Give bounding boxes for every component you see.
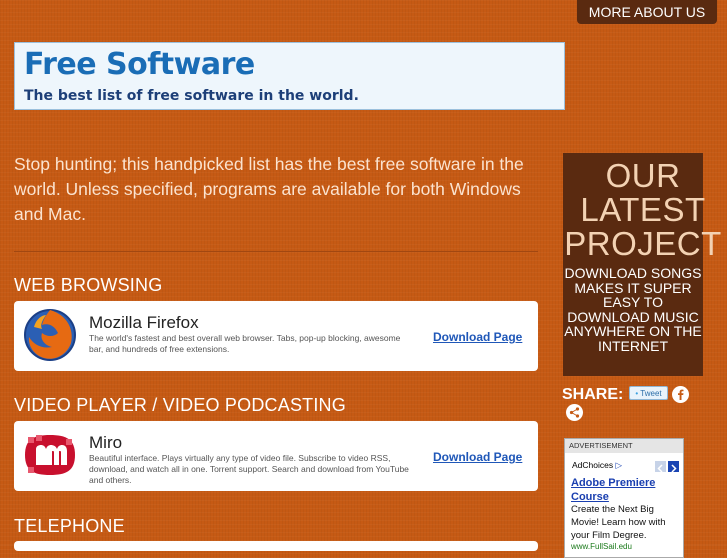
site-banner[interactable]: Free Software The best list of free soft… bbox=[14, 42, 565, 110]
intro-text: Stop hunting; this handpicked list has t… bbox=[14, 154, 524, 224]
app-name: Mozilla Firefox bbox=[89, 313, 199, 332]
section-title-video-player: VIDEO PLAYER / VIDEO PODCASTING bbox=[14, 395, 346, 415]
advertisement-box: ADVERTISEMENT AdChoices ▷ Adobe Premiere… bbox=[564, 438, 684, 558]
app-name: Miro bbox=[89, 433, 123, 452]
banner-subtitle: The best list of free software in the wo… bbox=[24, 88, 359, 104]
miro-logo-icon bbox=[25, 435, 75, 475]
download-page-link[interactable]: Download Page bbox=[433, 330, 522, 344]
share-label: SHARE: bbox=[562, 386, 624, 403]
share-icon[interactable] bbox=[566, 404, 583, 421]
ad-next-button[interactable] bbox=[668, 461, 679, 473]
app-card-telephone bbox=[14, 541, 538, 551]
adchoices-link[interactable]: AdChoices ▷ bbox=[572, 460, 622, 471]
adchoices-label: AdChoices bbox=[572, 460, 614, 470]
chevron-right-icon bbox=[671, 464, 677, 473]
app-description: The world's fastest and best overall web… bbox=[89, 333, 401, 354]
section-title-web-browsing: WEB BROWSING bbox=[14, 275, 163, 295]
banner-title: Free Software bbox=[24, 47, 255, 82]
more-about-us-button[interactable]: MORE ABOUT US bbox=[577, 0, 717, 24]
twitter-bird-icon: • bbox=[635, 389, 639, 398]
app-card-miro: Miro Beautiful interface. Plays virtuall… bbox=[14, 421, 538, 491]
ad-text: Create the Next Big Movie! Learn how wit… bbox=[571, 504, 666, 541]
tweet-button[interactable]: • Tweet bbox=[629, 386, 668, 400]
latest-project-heading: OUR LATEST PROJECT bbox=[564, 157, 722, 262]
download-page-link[interactable]: Download Page bbox=[433, 450, 522, 464]
adchoices-icon: ▷ bbox=[615, 460, 623, 470]
tweet-label: Tweet bbox=[640, 389, 662, 398]
section-divider bbox=[14, 251, 538, 252]
chevron-left-icon bbox=[657, 464, 663, 473]
latest-project-text: DOWNLOAD SONGS MAKES IT SUPER EASY TO DO… bbox=[564, 265, 702, 354]
ad-prev-button[interactable] bbox=[655, 461, 666, 473]
latest-project-panel[interactable]: OUR LATEST PROJECT DOWNLOAD SONGS MAKES … bbox=[563, 153, 721, 376]
section-title-telephone: TELEPHONE bbox=[14, 516, 125, 536]
ad-title-link[interactable]: Adobe Premiere Course bbox=[571, 476, 679, 504]
firefox-logo-icon bbox=[24, 309, 76, 361]
app-card-firefox: Mozilla Firefox The world's fastest and … bbox=[14, 301, 538, 371]
ad-url[interactable]: www.FullSail.edu bbox=[571, 542, 632, 551]
app-description: Beautiful interface. Plays virtually any… bbox=[89, 453, 409, 485]
facebook-icon[interactable] bbox=[672, 386, 689, 403]
advertisement-label: ADVERTISEMENT bbox=[565, 439, 683, 453]
